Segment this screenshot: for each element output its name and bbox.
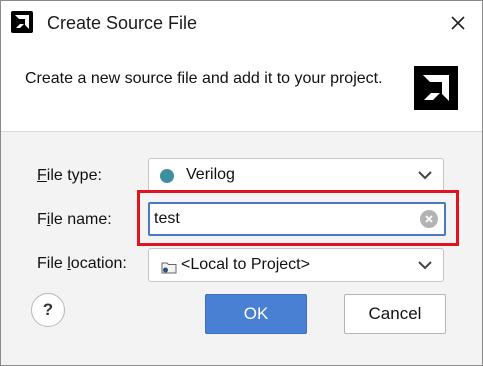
chevron-down-icon [418,261,432,270]
clear-input-icon[interactable] [420,210,438,228]
cancel-button[interactable]: Cancel [344,294,446,334]
close-button[interactable] [444,9,472,37]
file-location-value: <Local to Project> [181,256,310,273]
verilog-dot-icon [160,169,174,183]
title-bar: Create Source File [1,1,482,47]
file-type-value: Verilog [186,166,235,183]
app-logo-icon [11,11,33,33]
file-type-select[interactable]: Verilog [148,158,444,192]
file-type-label: File type: [37,167,102,184]
ok-button[interactable]: OK [205,294,307,334]
file-location-label: File location: [37,255,127,272]
amd-logo-icon [414,66,458,110]
close-icon [451,16,465,30]
file-location-select[interactable]: <Local to Project> [148,248,444,282]
create-source-file-dialog: Create Source File Create a new source f… [0,0,483,366]
dialog-body: File type: Verilog File name: File locat… [1,132,482,365]
folder-icon [161,262,177,274]
dialog-title: Create Source File [47,13,198,33]
help-button[interactable]: ? [31,293,65,327]
dialog-description: Create a new source file and add it to y… [25,70,383,87]
file-name-label: File name: [37,211,112,228]
chevron-down-icon [418,171,432,180]
dialog-header: Create a new source file and add it to y… [1,47,482,132]
file-name-input[interactable] [154,207,416,231]
file-name-field[interactable] [148,202,446,236]
